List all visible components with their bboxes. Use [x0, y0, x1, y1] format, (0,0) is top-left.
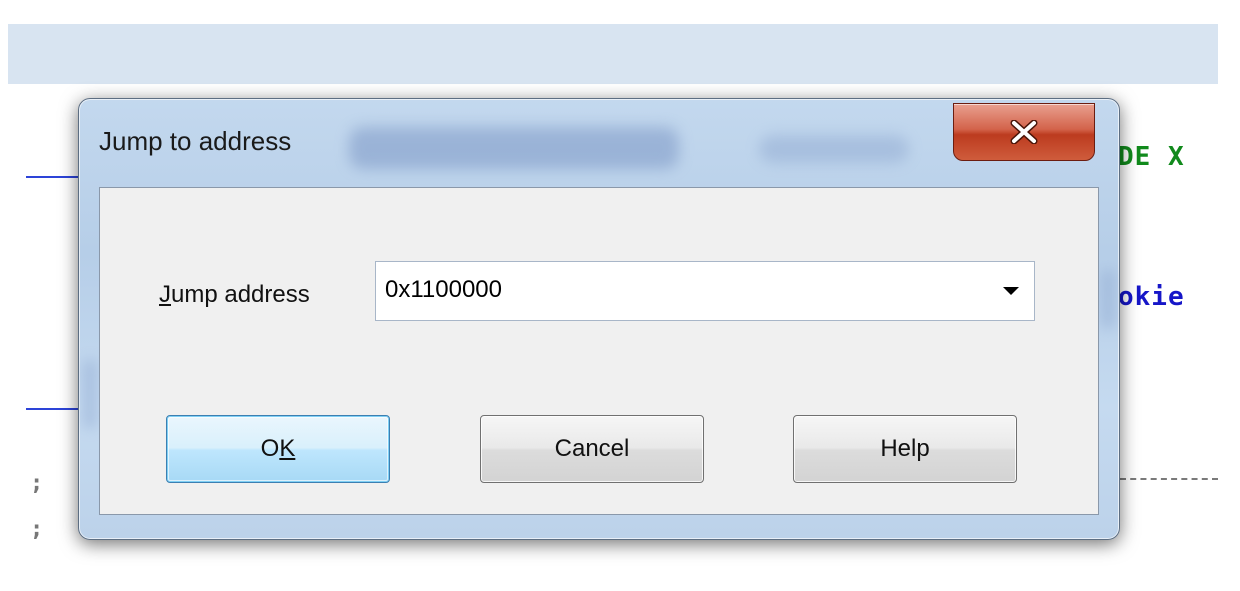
dialog-title: Jump to address — [99, 126, 292, 156]
jump-address-label-text: ump address — [171, 281, 310, 308]
jump-address-label: Jump address — [159, 281, 310, 309]
background-dashed-line — [1120, 478, 1218, 480]
chevron-down-icon[interactable] — [998, 262, 1024, 320]
background-code-fragment: okie — [1118, 282, 1185, 312]
dialog-client-area: Jump address 0x1100000 OK Cancel Help — [99, 187, 1099, 515]
glass-blur-artifact — [349, 127, 679, 169]
ok-button[interactable]: OK — [166, 415, 390, 483]
cancel-button[interactable]: Cancel — [480, 415, 704, 483]
jump-to-address-dialog: Jump to address Jump address 0x1100000 O… — [78, 98, 1120, 540]
close-button[interactable] — [953, 103, 1095, 161]
background-code-fragment: DE X — [1118, 142, 1185, 172]
background-semicolon: ; — [30, 517, 44, 542]
help-button[interactable]: Help — [793, 415, 1017, 483]
ok-button-label-mnemonic: K — [279, 435, 296, 462]
ok-button-label-prefix: O — [260, 435, 280, 462]
background-separator-line — [26, 408, 86, 410]
glass-blur-artifact — [759, 135, 909, 163]
jump-address-value[interactable]: 0x1100000 — [385, 276, 502, 304]
glass-blur-artifact — [83, 359, 97, 429]
background-toolbar — [8, 24, 1218, 84]
jump-address-label-mnemonic: J — [159, 281, 171, 308]
glass-blur-artifact — [1101, 269, 1115, 329]
background-separator-line — [26, 176, 86, 178]
close-x-icon — [1007, 120, 1041, 144]
background-semicolon: ; — [30, 471, 44, 496]
jump-address-combobox[interactable]: 0x1100000 — [375, 261, 1035, 321]
